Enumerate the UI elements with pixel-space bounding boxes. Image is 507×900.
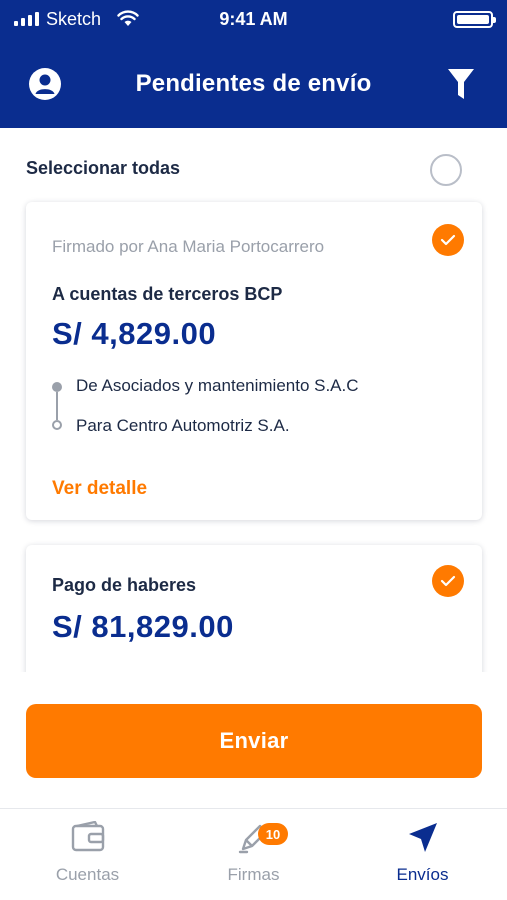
clock: 9:41 AM [219,9,288,29]
signed-by-text: Firmado por Ana Maria Portocarrero [52,237,325,256]
selected-check-icon[interactable] [432,565,464,597]
select-all-row[interactable]: Seleccionar todas [0,128,507,200]
tab-label: Envíos [396,865,449,884]
tab-firmas[interactable]: 10 Firmas [169,809,338,900]
destination-dot-icon [52,420,62,430]
tab-bar: Cuentas 10 Firmas Envíos [0,808,507,900]
send-arrow-icon [408,823,437,852]
tab-envios[interactable]: Envíos [338,809,507,900]
tab-label: Cuentas [55,865,120,884]
tab-label: Firmas [227,865,280,884]
destination-account: Para Centro Automotriz S.A. [76,416,290,435]
status-bar: Sketch 9:41 AM [0,0,507,40]
select-all-label: Seleccionar todas [26,158,181,178]
selected-check-icon[interactable] [432,224,464,256]
route-line [56,392,58,420]
transfer-title: Pago de haberes [52,575,197,595]
transfer-amount: S/ 4,829.00 [52,316,217,351]
tab-cuentas[interactable]: Cuentas [3,809,172,900]
send-button[interactable]: Enviar [26,704,482,778]
battery-icon [453,11,496,28]
origin-account: De Asociados y mantenimiento S.A.C [76,376,359,395]
select-all-radio[interactable] [430,154,462,186]
transfer-route: De Asociados y mantenimiento S.A.C Para … [52,376,462,440]
filter-icon[interactable] [447,67,475,101]
notification-badge: 10 [258,823,288,845]
view-detail-link[interactable]: Ver detalle [52,478,147,500]
transfer-amount: S/ 81,829.00 [52,609,234,644]
app-header: Pendientes de envío [0,40,507,128]
origin-dot-icon [52,382,62,392]
page-title: Pendientes de envío [135,70,372,97]
wallet-icon [71,821,104,852]
action-panel: Enviar [0,672,507,808]
transfer-title: A cuentas de terceros BCP [52,284,283,304]
pending-transfer-card[interactable]: Firmado por Ana Maria Portocarrero A cue… [26,202,482,520]
